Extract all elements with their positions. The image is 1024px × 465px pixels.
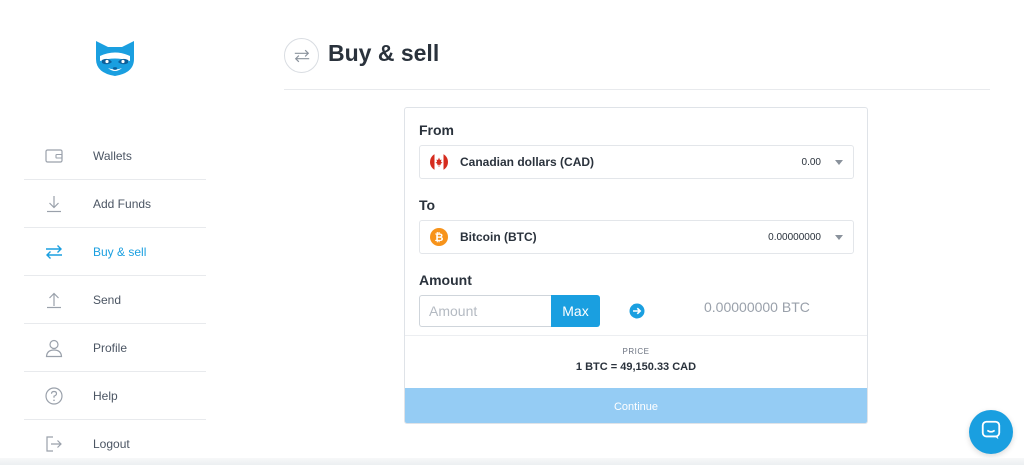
amount-label: Amount (419, 272, 472, 288)
swap-icon (284, 38, 319, 73)
to-label: To (419, 197, 436, 213)
price-value: 1 BTC = 49,150.33 CAD (575, 361, 697, 373)
download-icon (24, 194, 93, 214)
sidebar-item-send[interactable]: Send (24, 276, 206, 324)
upload-icon (24, 290, 93, 310)
help-icon (24, 386, 93, 406)
chevron-down-icon (835, 234, 843, 240)
sidebar-item-profile[interactable]: Profile (24, 324, 206, 372)
max-button[interactable]: Max (551, 295, 600, 327)
chat-icon (980, 419, 1002, 446)
sidebar-nav: Wallets Add Funds Buy & sell Send Profil… (24, 132, 206, 465)
sidebar-item-label: Buy & sell (93, 244, 147, 259)
buy-sell-card: From Canadian dollars (CAD) 0.00 To ₿ Bi… (404, 107, 868, 424)
to-currency-select[interactable]: ₿ Bitcoin (BTC) 0.00000000 (419, 220, 854, 254)
page-title: Buy & sell (328, 40, 440, 66)
wallet-icon (24, 146, 93, 166)
sidebar-item-buy-sell[interactable]: Buy & sell (24, 228, 206, 276)
divider (405, 335, 867, 336)
sidebar-item-wallets[interactable]: Wallets (24, 132, 206, 180)
sidebar-item-label: Send (93, 292, 122, 307)
sidebar-item-label: Add Funds (93, 196, 152, 211)
price-label: PRICE (622, 347, 650, 356)
sidebar-item-label: Profile (93, 340, 128, 355)
from-label: From (419, 122, 454, 138)
bitcoin-icon: ₿ (430, 228, 448, 246)
bottom-shadow (0, 458, 1024, 465)
from-currency-select[interactable]: Canadian dollars (CAD) 0.00 (419, 145, 854, 179)
sidebar-item-label: Wallets (93, 148, 132, 163)
chevron-down-icon (835, 159, 843, 165)
swap-icon (24, 242, 93, 262)
raccoon-logo-icon[interactable] (94, 39, 136, 77)
canada-flag-icon (430, 153, 448, 171)
converted-amount: 0.00000000 BTC (704, 299, 810, 315)
user-icon (24, 338, 93, 358)
arrow-right-circle-icon (629, 303, 645, 319)
chat-launcher-button[interactable] (969, 410, 1013, 454)
header-divider (284, 89, 990, 90)
sidebar-item-label: Help (93, 388, 118, 403)
to-balance: 0.00000000 (768, 231, 821, 243)
amount-input[interactable] (419, 295, 551, 327)
from-currency-name: Canadian dollars (CAD) (460, 155, 595, 169)
sidebar-item-help[interactable]: Help (24, 372, 206, 420)
continue-button[interactable]: Continue (405, 388, 867, 423)
to-currency-name: Bitcoin (BTC) (460, 230, 537, 244)
sidebar-item-add-funds[interactable]: Add Funds (24, 180, 206, 228)
sidebar-item-label: Logout (93, 437, 130, 451)
svg-text:₿: ₿ (435, 232, 444, 244)
from-balance: 0.00 (801, 156, 821, 168)
logout-icon (24, 434, 93, 454)
